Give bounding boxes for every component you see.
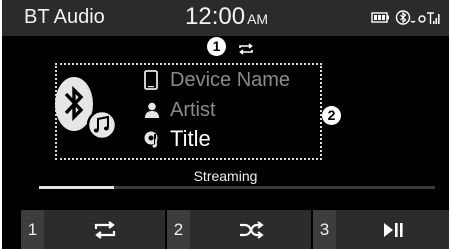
key-number-2: 2 xyxy=(167,210,190,249)
key-number-3: 3 xyxy=(313,210,336,249)
shuffle-button[interactable] xyxy=(190,210,311,249)
play-pause-button[interactable] xyxy=(336,210,449,249)
streaming-label: Streaming xyxy=(193,168,258,184)
status-bar: BT Audio 12:00 AM xyxy=(2,0,449,36)
title-row: Title xyxy=(144,126,211,151)
shuffle-icon xyxy=(238,220,264,239)
artist-name: Artist xyxy=(170,98,216,121)
clock: 12:00 AM xyxy=(185,3,268,31)
source-label: BT Audio xyxy=(24,6,105,28)
repeat-icon xyxy=(92,220,118,239)
track-title: Title xyxy=(170,126,211,151)
bottom-softkey-bar: 1 2 3 xyxy=(2,210,449,249)
progress-fill xyxy=(39,186,115,189)
device-name: Device Name xyxy=(170,68,291,91)
bluetooth-audio-icon xyxy=(47,77,119,146)
callout-1: 1 xyxy=(207,37,226,56)
battery-icon xyxy=(371,12,389,23)
key-number-1: 1 xyxy=(21,210,44,249)
play-pause-icon xyxy=(382,222,404,238)
music-title-icon xyxy=(144,130,162,148)
signal-icon xyxy=(418,12,440,24)
repeat-button[interactable] xyxy=(44,210,165,249)
repeat-mode-icon xyxy=(237,42,255,60)
person-icon xyxy=(144,102,162,118)
bt-audio-screen: BT Audio 12:00 AM 1 Device Name Artist T… xyxy=(0,0,451,249)
status-icons xyxy=(371,10,441,26)
display-panel: BT Audio 12:00 AM 1 Device Name Artist T… xyxy=(2,0,449,249)
clock-time: 12:00 xyxy=(185,3,246,30)
clock-ampm: AM xyxy=(247,11,269,27)
progress-bar[interactable] xyxy=(39,186,435,189)
callout-2: 2 xyxy=(322,106,341,125)
bluetooth-connected-icon xyxy=(395,10,416,25)
device-name-row: Device Name xyxy=(144,68,290,92)
artist-row: Artist xyxy=(144,98,216,122)
phone-icon xyxy=(144,70,162,90)
